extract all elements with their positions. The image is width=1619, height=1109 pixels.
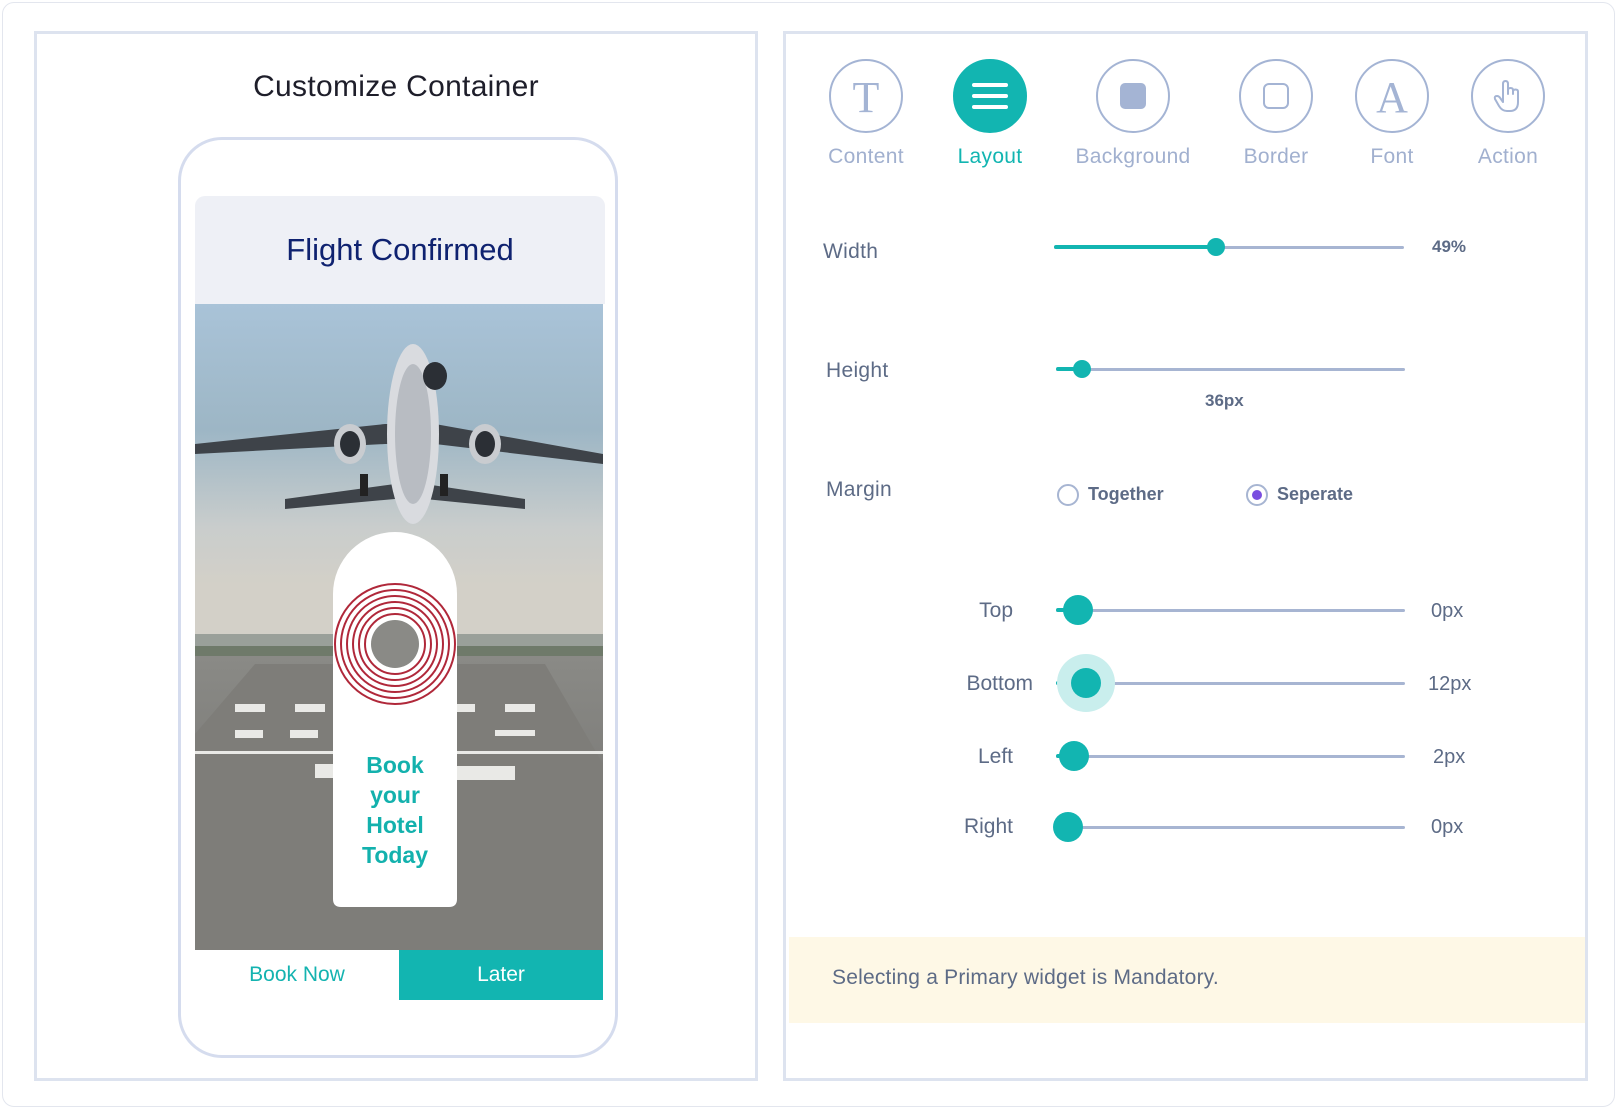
hanger-text: Book your Hotel Today	[330, 750, 460, 870]
card-buttons: Book Now Later	[195, 950, 603, 1000]
tab-label: Action	[1477, 145, 1539, 168]
slider-thumb[interactable]	[1053, 812, 1083, 842]
slider-thumb[interactable]	[1059, 741, 1089, 771]
tab-label: Content	[828, 145, 904, 168]
hand-pointer-icon	[1471, 59, 1545, 133]
margin-label: Margin	[826, 478, 892, 501]
settings-panel: T Content Layout Background Border A Fon…	[783, 31, 1588, 1081]
card-header: Flight Confirmed	[195, 196, 605, 304]
seperate-radio[interactable]	[1246, 484, 1268, 506]
hanger-line: Today	[361, 842, 429, 868]
notice-text: Selecting a Primary widget is Mandatory.	[832, 966, 1219, 989]
margin-top-label: Top	[979, 599, 1013, 622]
text-t-icon: T	[829, 59, 903, 133]
preview-panel: Customize Container Flight Confirmed Boo…	[34, 31, 758, 1081]
hanger-line: Book	[366, 752, 424, 778]
phone-mockup: Flight Confirmed Book your Hotel Today B…	[178, 137, 618, 1058]
slider-thumb[interactable]	[1063, 595, 1093, 625]
together-radio[interactable]	[1057, 484, 1079, 506]
margin-right-value: 0px	[1431, 816, 1464, 838]
slider-track	[1056, 755, 1405, 758]
margin-top-value: 0px	[1431, 600, 1464, 622]
svg-text:T: T	[853, 74, 880, 118]
tab-label: Layout	[957, 145, 1023, 168]
margin-left-label: Left	[977, 745, 1013, 768]
margin-left-value: 2px	[1433, 746, 1466, 768]
slider-track	[1056, 368, 1405, 371]
svg-text:A: A	[1376, 74, 1408, 118]
card-image: Book your Hotel Today	[195, 304, 603, 950]
later-button[interactable]: Later	[399, 950, 603, 1000]
slider-fill	[1054, 245, 1216, 249]
tab-background[interactable]: Background	[1063, 59, 1203, 169]
slider-thumb[interactable]	[1073, 360, 1091, 378]
slider-thumb[interactable]	[1207, 238, 1225, 256]
width-value: 49%	[1432, 237, 1467, 256]
tab-content[interactable]: T Content	[796, 59, 936, 169]
font-a-icon: A	[1355, 59, 1429, 133]
square-fill-icon	[1096, 59, 1170, 133]
hanger-line: Hotel	[366, 812, 424, 838]
width-label: Width	[823, 240, 879, 263]
slider-track	[1056, 826, 1405, 829]
margin-right-label: Right	[963, 815, 1013, 838]
tab-action[interactable]: Action	[1438, 59, 1578, 169]
square-outline-icon	[1239, 59, 1313, 133]
menu-lines-icon	[953, 59, 1027, 133]
seperate-radio-label: Seperate	[1277, 484, 1354, 504]
height-value: 36px	[1205, 391, 1244, 410]
margin-bottom-value: 12px	[1428, 673, 1472, 695]
hanger-line: your	[370, 782, 420, 808]
slider-thumb[interactable]	[1071, 668, 1101, 698]
preview-title: Customize Container	[253, 70, 539, 103]
margin-bottom-label: Bottom	[966, 672, 1033, 695]
notice-banner: Selecting a Primary widget is Mandatory.	[789, 937, 1585, 1023]
together-radio-label: Together	[1088, 484, 1164, 504]
height-label: Height	[826, 359, 889, 382]
tab-label: Background	[1075, 145, 1191, 168]
slider-track	[1056, 609, 1405, 612]
book-now-button[interactable]: Book Now	[195, 950, 399, 1000]
tab-layout[interactable]: Layout	[920, 59, 1060, 169]
card-title: Flight Confirmed	[286, 232, 514, 267]
